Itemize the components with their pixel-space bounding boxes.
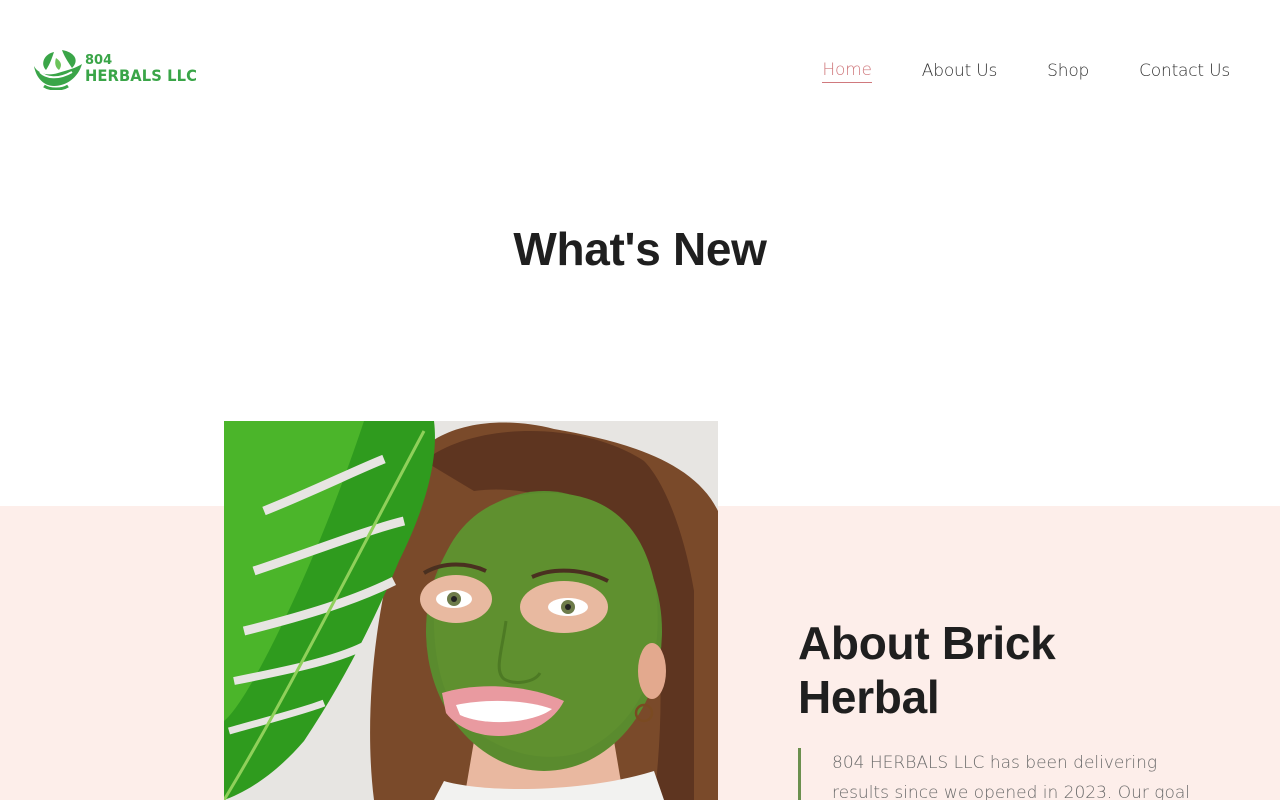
brand-text: 804 HERBALS LLC bbox=[85, 54, 207, 84]
brand-name: HERBALS LLC bbox=[85, 66, 198, 85]
about-body-text: 804 HERBALS LLC has been delivering resu… bbox=[832, 753, 1191, 800]
site-header: 804 HERBALS LLC Home About Us Shop Conta… bbox=[0, 0, 1280, 140]
nav-item-about-us[interactable]: About Us bbox=[922, 61, 998, 83]
main-nav: Home About Us Shop Contact Us bbox=[772, 60, 1230, 83]
woman-green-face-mask-image bbox=[224, 421, 718, 800]
brand-logo[interactable]: 804 HERBALS LLC bbox=[32, 48, 207, 90]
about-heading: About Brick Herbal bbox=[798, 617, 1056, 723]
page: 804 HERBALS LLC Home About Us Shop Conta… bbox=[0, 0, 1280, 800]
whats-new-heading: What's New bbox=[513, 223, 767, 275]
leaf-mortar-logo-icon bbox=[34, 50, 82, 90]
nav-item-home[interactable]: Home bbox=[822, 60, 872, 83]
about-body-quote: 804 HERBALS LLC has been delivering resu… bbox=[798, 748, 1212, 800]
nav-item-contact-us[interactable]: Contact Us bbox=[1139, 61, 1230, 83]
nav-item-shop[interactable]: Shop bbox=[1047, 61, 1089, 83]
